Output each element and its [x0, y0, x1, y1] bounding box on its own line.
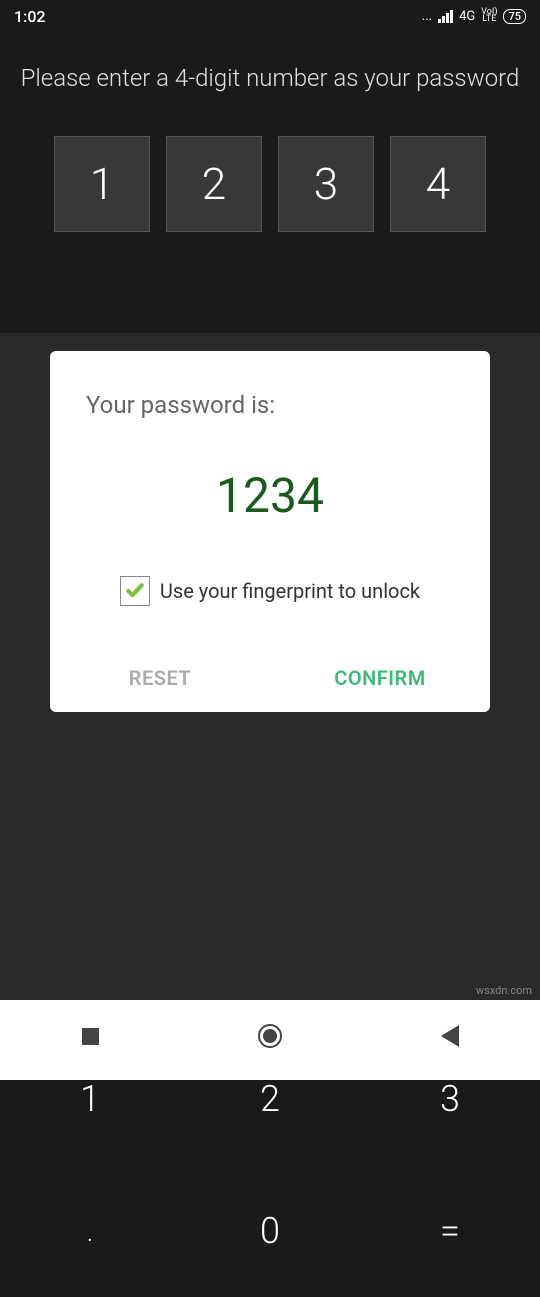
signal-icon [438, 10, 453, 23]
square-icon [82, 1028, 99, 1045]
battery-icon: 75 [503, 9, 526, 24]
nav-bar [0, 1008, 540, 1064]
key-dot[interactable]: . [0, 1165, 180, 1297]
confirm-button[interactable]: CONFIRM [270, 666, 490, 690]
dialog-overlay: Your password is: 1234 Use your fingerpr… [0, 333, 540, 1080]
network-label: 4G [459, 9, 475, 24]
check-icon [125, 581, 145, 601]
fingerprint-checkbox[interactable] [120, 576, 150, 606]
fingerprint-row[interactable]: Use your fingerprint to unlock [50, 552, 490, 646]
key-0[interactable]: 0 [180, 1165, 360, 1297]
prompt-text: Please enter a 4-digit number as your pa… [0, 32, 540, 106]
back-button[interactable] [435, 1021, 465, 1051]
dots-icon: ... [422, 9, 432, 24]
reset-button[interactable]: RESET [50, 666, 270, 690]
bottom-bar [0, 1000, 540, 1080]
home-button[interactable] [255, 1021, 285, 1051]
digit-box-2[interactable]: 2 [166, 136, 262, 232]
password-display: 1234 [50, 439, 490, 552]
fingerprint-label: Use your fingerprint to unlock [160, 579, 420, 603]
digit-box-4[interactable]: 4 [390, 136, 486, 232]
dialog-title: Your password is: [50, 391, 490, 439]
password-dialog: Your password is: 1234 Use your fingerpr… [50, 351, 490, 712]
status-bar: 1:02 ... 4G VoI) LTE 75 [0, 0, 540, 32]
clock: 1:02 [14, 7, 46, 26]
digit-boxes: 1 2 3 4 [0, 106, 540, 262]
digit-box-1[interactable]: 1 [54, 136, 150, 232]
watermark: wsxdn.com [476, 984, 532, 997]
circle-icon [258, 1024, 282, 1048]
volte-icon: VoI) LTE [481, 9, 497, 23]
status-right: ... 4G VoI) LTE 75 [422, 9, 526, 24]
key-equals[interactable]: = [360, 1165, 540, 1297]
dialog-actions: RESET CONFIRM [50, 646, 490, 712]
digit-box-3[interactable]: 3 [278, 136, 374, 232]
triangle-icon [441, 1025, 459, 1047]
recents-button[interactable] [75, 1021, 105, 1051]
